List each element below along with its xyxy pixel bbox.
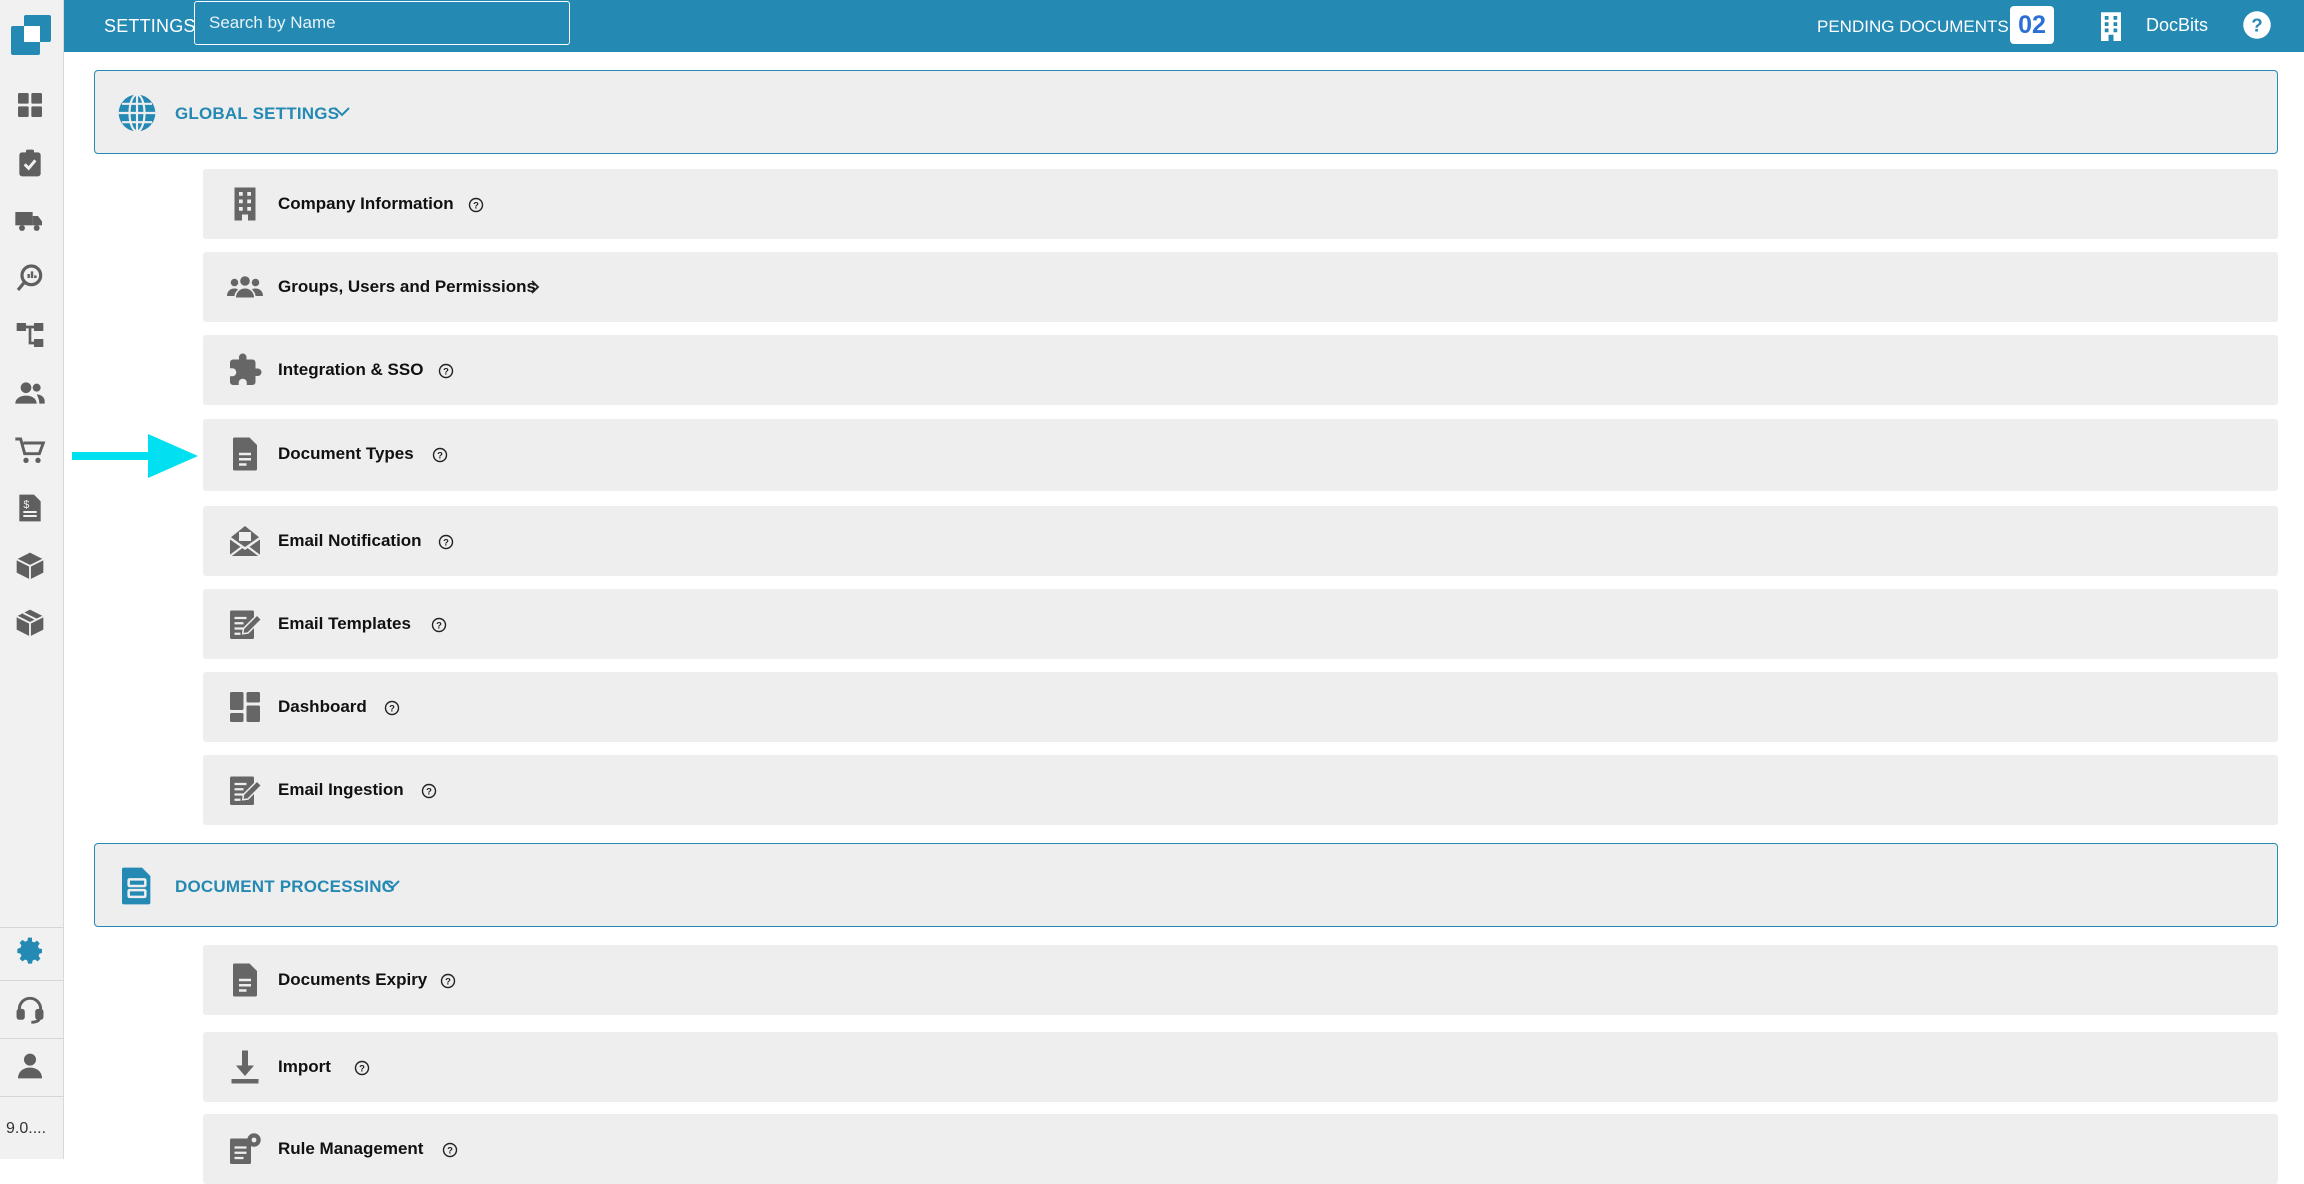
- svg-text:?: ?: [426, 787, 432, 798]
- settings-item-email-notification[interactable]: Email Notification ?: [203, 506, 2278, 576]
- page-title: SETTINGS: [104, 16, 196, 36]
- settings-item-label: Rule Management: [278, 1139, 424, 1158]
- help-circle-icon[interactable]: ?: [468, 197, 484, 213]
- chevron-right-icon[interactable]: [529, 278, 541, 296]
- tasks-check-icon[interactable]: [13, 146, 47, 180]
- analytics-search-icon[interactable]: [13, 261, 47, 295]
- svg-text:?: ?: [443, 538, 449, 549]
- svg-text:?: ?: [2251, 14, 2262, 35]
- pointer-arrow-icon: [72, 434, 198, 478]
- svg-text:?: ?: [447, 1146, 453, 1157]
- user-profile-icon[interactable]: [13, 1048, 47, 1082]
- sidebar-divider: [0, 927, 64, 928]
- document-icon: [233, 963, 257, 997]
- organization-name[interactable]: DocBits: [2146, 15, 2208, 36]
- email-template-icon: [230, 776, 263, 805]
- sidebar-divider: [0, 1096, 64, 1097]
- section-title: GLOBAL SETTINGS: [175, 104, 340, 123]
- svg-text:?: ?: [445, 977, 451, 988]
- users-icon[interactable]: [13, 376, 47, 410]
- settings-gear-icon[interactable]: [13, 934, 47, 968]
- help-circle-icon[interactable]: ?: [384, 700, 400, 716]
- settings-item-groups-users-permissions[interactable]: Groups, Users and Permissions: [203, 252, 2278, 322]
- email-template-icon: [230, 610, 263, 639]
- cart-icon[interactable]: [13, 434, 47, 468]
- truck-icon[interactable]: [13, 203, 47, 237]
- help-icon[interactable]: ?: [2242, 10, 2272, 40]
- sidebar: $ 9.0....: [0, 0, 64, 1159]
- sidebar-divider: [0, 980, 64, 981]
- settings-item-integration-sso[interactable]: Integration & SSO ?: [203, 335, 2278, 405]
- svg-text:$: $: [23, 499, 29, 511]
- help-circle-icon[interactable]: ?: [438, 363, 454, 379]
- app-version: 9.0....: [6, 1120, 47, 1137]
- building-icon: [2101, 12, 2121, 41]
- help-circle-icon[interactable]: ?: [421, 783, 437, 799]
- svg-text:?: ?: [389, 704, 395, 715]
- users-group-icon: [227, 276, 263, 298]
- support-headset-icon[interactable]: [13, 992, 47, 1026]
- settings-item-label: Document Types: [278, 444, 414, 463]
- package-icon[interactable]: [13, 549, 47, 583]
- settings-item-label: Groups, Users and Permissions: [278, 277, 536, 296]
- settings-item-rule-management[interactable]: Rule Management ?: [203, 1114, 2278, 1184]
- pending-documents-count[interactable]: 02: [2010, 6, 2054, 44]
- invoice-icon[interactable]: $: [13, 491, 47, 525]
- settings-item-company-information[interactable]: Company Information ?: [203, 169, 2278, 239]
- settings-item-label: Email Notification: [278, 531, 422, 550]
- workflow-icon[interactable]: [13, 318, 47, 352]
- top-bar: SETTINGS PENDING DOCUMENTS: 02 DocBits ?: [64, 0, 2304, 52]
- sidebar-divider: [0, 1038, 64, 1039]
- puzzle-icon: [230, 353, 262, 385]
- download-icon: [231, 1050, 259, 1084]
- dashboard-icon: [230, 692, 260, 722]
- settings-item-label: Company Information: [278, 194, 454, 213]
- help-circle-icon[interactable]: ?: [442, 1142, 458, 1158]
- settings-item-dashboard[interactable]: Dashboard ?: [203, 672, 2278, 742]
- help-circle-icon[interactable]: ?: [431, 617, 447, 633]
- mail-open-icon: [229, 526, 261, 557]
- section-title: DOCUMENT PROCESSING: [175, 877, 396, 896]
- svg-text:?: ?: [359, 1064, 365, 1075]
- settings-item-label: Dashboard: [278, 697, 367, 716]
- settings-item-document-types[interactable]: Document Types ?: [203, 419, 2278, 491]
- svg-text:?: ?: [437, 451, 443, 462]
- document-icon: [233, 437, 257, 471]
- settings-item-documents-expiry[interactable]: Documents Expiry ?: [203, 945, 2278, 1015]
- help-circle-icon[interactable]: ?: [440, 973, 456, 989]
- global-settings-header[interactable]: GLOBAL SETTINGS: [94, 70, 2278, 154]
- chevron-down-icon[interactable]: [383, 878, 401, 892]
- settings-item-label: Email Ingestion: [278, 780, 404, 799]
- search-input[interactable]: [194, 1, 570, 45]
- help-circle-icon[interactable]: ?: [438, 534, 454, 550]
- help-circle-icon[interactable]: ?: [354, 1060, 370, 1076]
- svg-text:?: ?: [436, 621, 442, 632]
- pending-documents-label: PENDING DOCUMENTS:: [1817, 17, 2014, 36]
- chevron-down-icon[interactable]: [333, 105, 351, 119]
- settings-item-label: Documents Expiry: [278, 970, 428, 989]
- globe-icon: [118, 93, 156, 133]
- document-processing-header[interactable]: DOCUMENT PROCESSING: [94, 843, 2278, 927]
- package-alt-icon[interactable]: [13, 606, 47, 640]
- help-circle-icon[interactable]: ?: [432, 447, 448, 463]
- settings-item-import[interactable]: Import ?: [203, 1032, 2278, 1102]
- svg-text:?: ?: [473, 201, 479, 212]
- rule-icon: [230, 1133, 261, 1164]
- docbits-logo[interactable]: [10, 14, 52, 56]
- settings-item-label: Import: [278, 1057, 331, 1076]
- building-icon: [234, 187, 256, 221]
- settings-item-label: Email Templates: [278, 614, 411, 633]
- dashboard-icon[interactable]: [13, 88, 47, 122]
- document-processing-icon: [122, 867, 151, 905]
- settings-item-email-templates[interactable]: Email Templates ?: [203, 589, 2278, 659]
- svg-text:?: ?: [443, 367, 449, 378]
- settings-item-label: Integration & SSO: [278, 360, 424, 379]
- settings-item-email-ingestion[interactable]: Email Ingestion ?: [203, 755, 2278, 825]
